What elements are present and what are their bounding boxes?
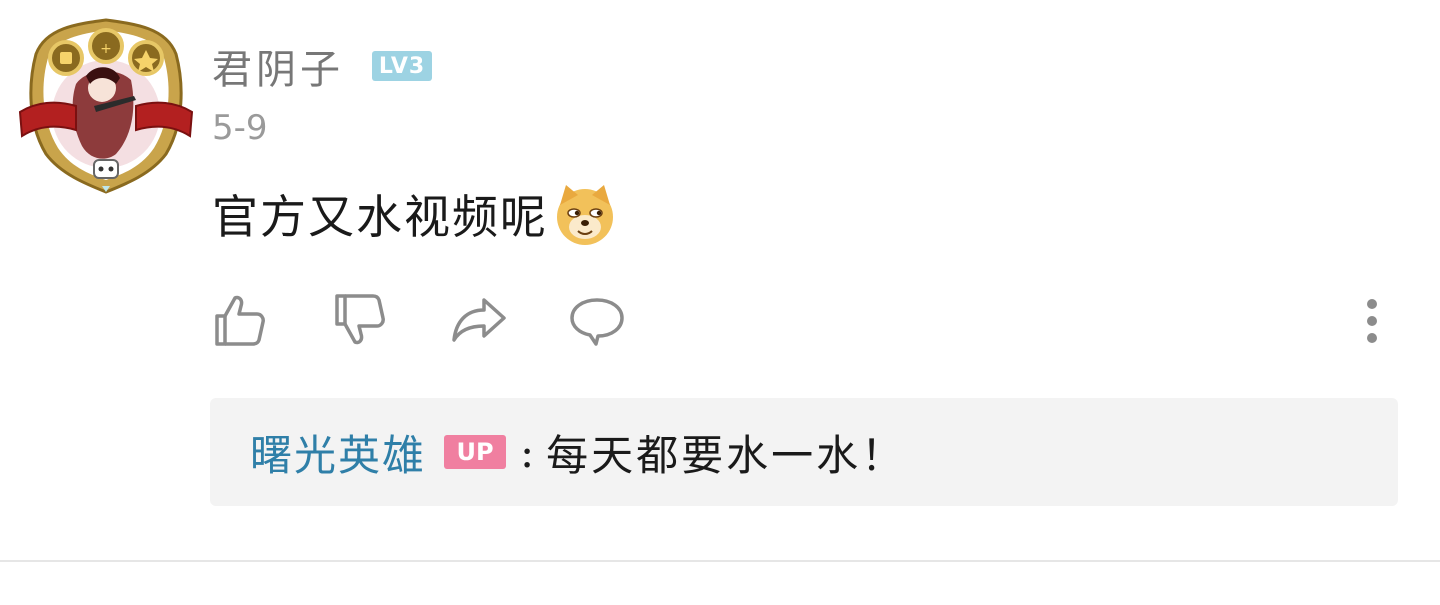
share-button[interactable]	[450, 290, 508, 350]
comment-bubble-icon	[570, 298, 624, 346]
reply-preview[interactable]: 曙光英雄 UP : 每天都要水一水！	[210, 398, 1398, 506]
comment-date: 5-9	[212, 108, 268, 148]
thumbs-up-icon	[215, 295, 265, 346]
like-button[interactable]	[210, 290, 268, 350]
comment-item: + 君阴子 LV3 5-9 官方又水视频呢 曙光英雄 UP: 每天都要水一水！	[0, 0, 1440, 605]
reply-colon: :	[520, 427, 535, 477]
more-options-button[interactable]	[1360, 296, 1384, 346]
avatar[interactable]: +	[16, 14, 196, 196]
comment-content: 官方又水视频呢	[212, 178, 618, 250]
share-icon	[452, 298, 506, 342]
comment-username[interactable]: 君阴子	[212, 37, 344, 95]
comment-header: 君阴子 LV3	[212, 38, 432, 94]
dislike-button[interactable]	[330, 290, 388, 350]
reply-text: 每天都要水一水！	[546, 430, 907, 480]
up-badge: UP	[444, 435, 507, 469]
avatar-frame-icon: +	[18, 18, 194, 194]
reply-button[interactable]	[568, 290, 626, 350]
level-badge: LV3	[372, 51, 432, 81]
comment-text: 官方又水视频呢	[212, 190, 548, 244]
more-vertical-icon	[1367, 299, 1377, 343]
divider	[0, 560, 1440, 562]
up-badge-label: UP	[456, 438, 494, 466]
thumbs-down-icon	[335, 294, 385, 345]
svg-text:+: +	[100, 41, 112, 57]
reply-line: 曙光英雄 UP : 每天都要水一水！	[250, 422, 906, 483]
doge-emoji-icon	[557, 185, 613, 245]
level-badge-label: LV3	[378, 53, 426, 79]
comment-actions	[210, 290, 1390, 350]
reply-username[interactable]: 曙光英雄	[250, 422, 426, 483]
